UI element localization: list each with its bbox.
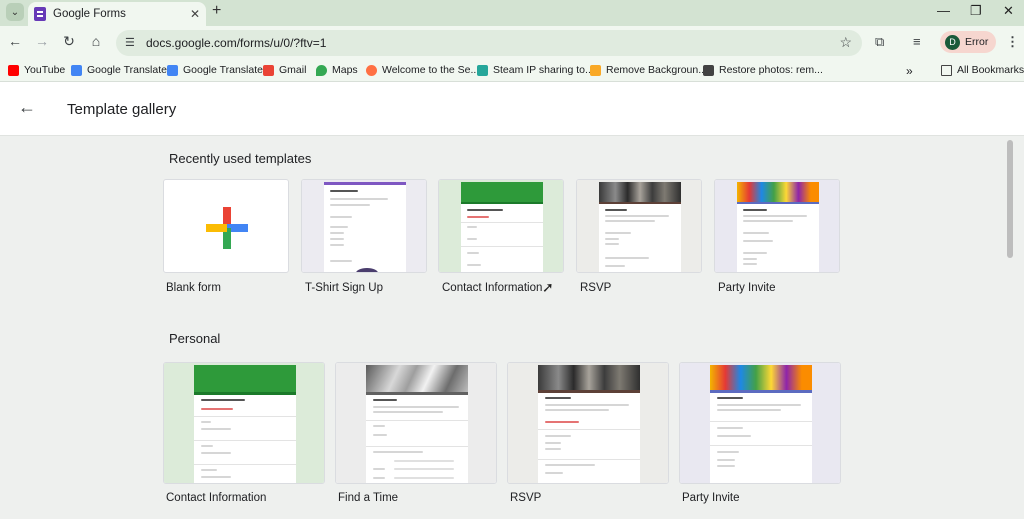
youtube-icon bbox=[8, 64, 19, 76]
folder-icon bbox=[941, 64, 952, 76]
avatar: D bbox=[945, 34, 960, 50]
bookmark-remove-background[interactable]: Remove Backgroun... bbox=[590, 64, 707, 76]
tab-title: Google Forms bbox=[53, 8, 126, 20]
back-icon[interactable]: ← bbox=[5, 33, 25, 49]
translate-icon bbox=[167, 64, 178, 76]
minimize-icon[interactable]: — bbox=[937, 3, 950, 18]
app-header: ← Template gallery bbox=[0, 82, 1024, 136]
kebab-menu-icon[interactable]: ⋮ bbox=[1006, 34, 1019, 50]
site-settings-icon[interactable]: ☰ bbox=[125, 36, 135, 49]
site-icon bbox=[590, 64, 601, 76]
tab-google-forms[interactable]: Google Forms ✕ bbox=[28, 2, 206, 26]
bookmark-restore-photos[interactable]: Restore photos: rem... bbox=[703, 64, 823, 76]
form-preview bbox=[461, 182, 543, 272]
template-label-personal-party-invite: Party Invite bbox=[682, 492, 740, 504]
home-icon[interactable]: ⌂ bbox=[86, 33, 106, 49]
window-close-icon[interactable]: ✕ bbox=[1003, 3, 1014, 19]
form-preview bbox=[324, 182, 406, 272]
more-bookmarks-chevron-icon[interactable]: » bbox=[906, 64, 913, 78]
media-controls-icon[interactable]: ≡ bbox=[913, 34, 921, 49]
site-icon bbox=[703, 64, 714, 76]
template-card-party-invite[interactable] bbox=[714, 179, 840, 273]
bookmark-maps[interactable]: Maps bbox=[316, 64, 358, 76]
bookmark-google-translate-1[interactable]: Google Translate bbox=[71, 64, 167, 76]
template-label-tshirt: T-Shirt Sign Up bbox=[305, 282, 383, 294]
form-preview bbox=[737, 182, 819, 272]
site-icon bbox=[477, 64, 488, 76]
form-preview bbox=[366, 365, 468, 483]
template-card-rsvp[interactable] bbox=[576, 179, 702, 273]
page-title: Template gallery bbox=[67, 101, 177, 118]
template-label-personal-rsvp: RSVP bbox=[510, 492, 542, 504]
browser-tab-strip: ⌄ Google Forms ✕ + — ❐ ✕ bbox=[0, 0, 1024, 26]
bookmark-gmail[interactable]: Gmail bbox=[263, 64, 306, 76]
all-bookmarks-button[interactable]: All Bookmarks bbox=[941, 64, 1024, 76]
maps-icon bbox=[316, 64, 327, 76]
form-preview bbox=[599, 182, 681, 272]
extensions-icon[interactable]: ⧉ bbox=[875, 34, 884, 50]
form-preview bbox=[194, 365, 296, 483]
bookmark-star-icon[interactable]: ☆ bbox=[839, 34, 852, 51]
template-card-personal-party-invite[interactable] bbox=[679, 362, 841, 484]
bookmark-youtube[interactable]: YouTube bbox=[8, 64, 65, 76]
google-plus-icon bbox=[206, 207, 248, 249]
template-card-personal-contact-info[interactable] bbox=[163, 362, 325, 484]
section-title-recent: Recently used templates bbox=[169, 151, 312, 166]
bookmark-steam[interactable]: Steam IP sharing to... bbox=[477, 64, 594, 76]
template-label-find-a-time: Find a Time bbox=[338, 492, 399, 504]
translate-icon bbox=[71, 64, 82, 76]
template-label-rsvp: RSVP bbox=[580, 282, 612, 294]
section-title-personal: Personal bbox=[169, 331, 221, 346]
bookmarks-bar: YouTube Google Translate Google Translat… bbox=[0, 60, 1024, 82]
template-card-personal-rsvp[interactable] bbox=[507, 362, 669, 484]
url-text[interactable]: docs.google.com/forms/u/0/?ftv=1 bbox=[146, 36, 326, 50]
browser-toolbar: ← → ↻ ⌂ ☰ docs.google.com/forms/u/0/?ftv… bbox=[0, 26, 1024, 60]
forward-icon[interactable]: → bbox=[32, 33, 52, 49]
template-card-tshirt[interactable] bbox=[301, 179, 427, 273]
google-forms-icon bbox=[34, 7, 46, 21]
scrollbar[interactable] bbox=[1007, 140, 1013, 258]
new-tab-plus-icon[interactable]: + bbox=[212, 2, 221, 20]
mouse-cursor-icon: ➚ bbox=[542, 279, 554, 295]
site-icon bbox=[366, 64, 377, 76]
template-card-contact-info[interactable] bbox=[438, 179, 564, 273]
profile-status-label: Error bbox=[965, 36, 989, 48]
profile-button[interactable]: D Error bbox=[940, 31, 996, 53]
bookmark-google-translate-2[interactable]: Google Translate bbox=[167, 64, 263, 76]
template-card-find-a-time[interactable] bbox=[335, 362, 497, 484]
template-card-blank-form[interactable] bbox=[163, 179, 289, 273]
form-preview bbox=[538, 365, 640, 483]
bookmark-welcome[interactable]: Welcome to the Se... bbox=[366, 64, 479, 76]
tab-search-chevron-icon[interactable]: ⌄ bbox=[6, 3, 24, 21]
restore-icon[interactable]: ❐ bbox=[970, 3, 982, 19]
gmail-icon bbox=[263, 64, 274, 76]
address-bar[interactable]: ☰ docs.google.com/forms/u/0/?ftv=1 ☆ bbox=[116, 30, 862, 56]
back-arrow-icon[interactable]: ← bbox=[18, 97, 36, 118]
form-preview bbox=[710, 365, 812, 483]
tab-close-icon[interactable]: ✕ bbox=[190, 7, 200, 21]
template-label-party-invite: Party Invite bbox=[718, 282, 776, 294]
reload-icon[interactable]: ↻ bbox=[59, 33, 79, 50]
template-label-blank-form: Blank form bbox=[166, 282, 221, 294]
template-label-personal-contact-info: Contact Information bbox=[166, 492, 267, 504]
template-label-contact-info: Contact Information bbox=[442, 282, 543, 294]
